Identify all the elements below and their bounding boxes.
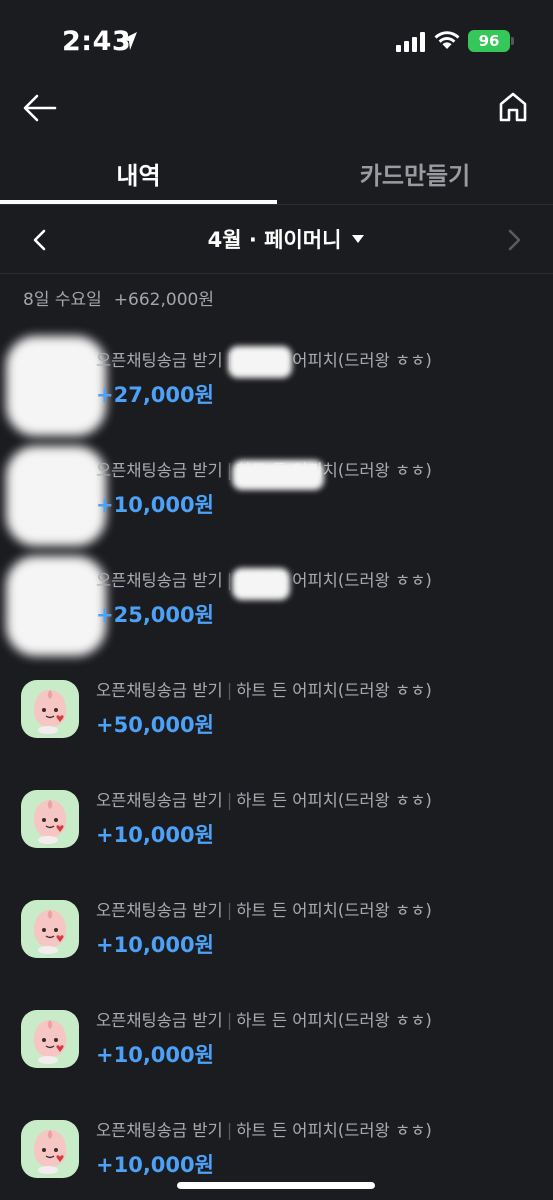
wifi-icon <box>434 31 460 49</box>
transaction-item[interactable]: 오픈채팅송금 받기 | 하트 든 어피치(드러왕 ㅎㅎ) +50,000원 <box>0 680 553 790</box>
tab-history[interactable]: 내역 <box>0 140 277 206</box>
caret-down-icon <box>352 235 365 243</box>
transaction-item[interactable]: 오픈채팅송금 받기 | 하트 든 어피치(드러왕 ㅎㅎ) +10,000원 <box>0 1010 553 1120</box>
transaction-description: 오픈채팅송금 받기|하트 든 어피치(드러왕 ㅎㅎ) <box>96 1117 432 1141</box>
transaction-amount: +10,000원 <box>96 933 214 957</box>
apeach-icon <box>33 1020 67 1064</box>
transaction-sender: 하트 든 어피치(드러왕 ㅎㅎ) <box>236 901 432 920</box>
transaction-description: 오픈채팅송금 받기|하트 든 어피치(드러왕 ㅎㅎ) <box>96 787 432 811</box>
transaction-description: 오픈채팅송금 받기|하트 든 어피치(드러왕 ㅎㅎ) <box>96 1007 432 1031</box>
transaction-amount: +25,000원 <box>96 603 214 627</box>
transaction-amount: +50,000원 <box>96 713 214 737</box>
month-label: 4월 · 페이머니 <box>207 228 342 252</box>
transaction-amount: +10,000원 <box>96 1153 214 1177</box>
cellular-signal-icon <box>396 32 425 52</box>
date-total: +662,000원 <box>113 290 214 310</box>
arrow-left-icon[interactable] <box>22 90 58 126</box>
redaction-mark <box>232 460 324 490</box>
redacted-avatar <box>6 556 106 656</box>
battery-level: 96 <box>478 32 500 50</box>
divider <box>0 273 553 274</box>
transaction-title: 오픈채팅송금 받기 <box>96 351 223 370</box>
chevron-left-icon[interactable] <box>30 228 50 252</box>
transaction-item[interactable]: 오픈채팅송금 받기 | 하트 든 어피치(드러왕 ㅎㅎ) +10,000원 <box>0 446 553 570</box>
battery-indicator: 96 <box>468 30 510 52</box>
transaction-title: 오픈채팅송금 받기 <box>96 901 223 920</box>
apeach-avatar-icon <box>21 900 79 958</box>
transaction-description: 오픈채팅송금 받기|하트 든 어피치(드러왕 ㅎㅎ) <box>96 897 432 921</box>
home-icon[interactable] <box>497 90 529 124</box>
transaction-amount: +10,000원 <box>96 1043 214 1067</box>
apeach-avatar-icon <box>21 1120 79 1178</box>
month-dropdown[interactable]: 4월 · 페이머니 <box>0 205 553 273</box>
redaction-mark <box>232 568 290 600</box>
transaction-amount: +10,000원 <box>96 493 214 517</box>
transaction-title: 오픈채팅송금 받기 <box>96 571 223 590</box>
battery-cap <box>511 37 514 45</box>
redacted-avatar <box>6 336 106 436</box>
status-bar: 2:43 96 <box>0 0 553 84</box>
tab-bar: 내역 카드만들기 <box>0 140 553 206</box>
transaction-item[interactable]: 오픈채팅송금 받기|하트 든 어피치(드러왕 ㅎㅎ) +27,000원 <box>0 336 553 460</box>
transaction-title: 오픈채팅송금 받기 <box>96 1011 223 1030</box>
transaction-item[interactable]: 오픈채팅송금 받기 | 하트 든 어피치(드러왕 ㅎㅎ) +10,000원 <box>0 790 553 900</box>
apeach-avatar-icon <box>21 1010 79 1068</box>
apeach-icon <box>33 910 67 954</box>
transaction-description: 오픈채팅송금 받기|하트 든 어피치(드러왕 ㅎㅎ) <box>96 677 432 701</box>
transaction-amount: +27,000원 <box>96 383 214 407</box>
transaction-history-screen: 2:43 96 내역 카드만들기 4월 · 페이머니 8일 수요일 +662,0… <box>0 0 553 1200</box>
apeach-icon <box>33 1130 67 1174</box>
date-label: 8일 수요일 <box>23 290 102 310</box>
redacted-avatar <box>6 446 106 546</box>
separator: | <box>226 681 233 700</box>
location-arrow-icon <box>121 32 137 50</box>
transaction-sender: 하트 든 어피치(드러왕 ㅎㅎ) <box>236 1011 432 1030</box>
date-group-header: 8일 수요일 +662,000원 <box>23 285 214 310</box>
separator: | <box>226 1011 233 1030</box>
transaction-sender: 하트 든 어피치(드러왕 ㅎㅎ) <box>236 1121 432 1140</box>
home-indicator[interactable] <box>177 1182 375 1189</box>
transaction-amount: +10,000원 <box>96 823 214 847</box>
transaction-title: 오픈채팅송금 받기 <box>96 1121 223 1140</box>
tab-make-card[interactable]: 카드만들기 <box>277 140 553 206</box>
redaction-mark <box>228 346 292 378</box>
apeach-icon <box>33 800 67 844</box>
separator: | <box>226 1121 233 1140</box>
apeach-avatar-icon <box>21 680 79 738</box>
transaction-title: 오픈채팅송금 받기 <box>96 681 223 700</box>
transaction-item[interactable]: 오픈채팅송금 받기 | 하트 든 어피치(드러왕 ㅎㅎ) +25,000원 <box>0 556 553 680</box>
separator: | <box>226 901 233 920</box>
transaction-sender: 하트 든 어피치(드러왕 ㅎㅎ) <box>236 681 432 700</box>
apeach-icon <box>33 690 67 734</box>
transaction-title: 오픈채팅송금 받기 <box>96 461 223 480</box>
chevron-right-icon[interactable] <box>504 228 524 252</box>
transaction-item[interactable]: 오픈채팅송금 받기 | 하트 든 어피치(드러왕 ㅎㅎ) +10,000원 <box>0 900 553 1010</box>
month-selector: 4월 · 페이머니 <box>0 205 553 273</box>
transaction-sender: 하트 든 어피치(드러왕 ㅎㅎ) <box>236 791 432 810</box>
separator: | <box>226 791 233 810</box>
transaction-title: 오픈채팅송금 받기 <box>96 791 223 810</box>
apeach-avatar-icon <box>21 790 79 848</box>
